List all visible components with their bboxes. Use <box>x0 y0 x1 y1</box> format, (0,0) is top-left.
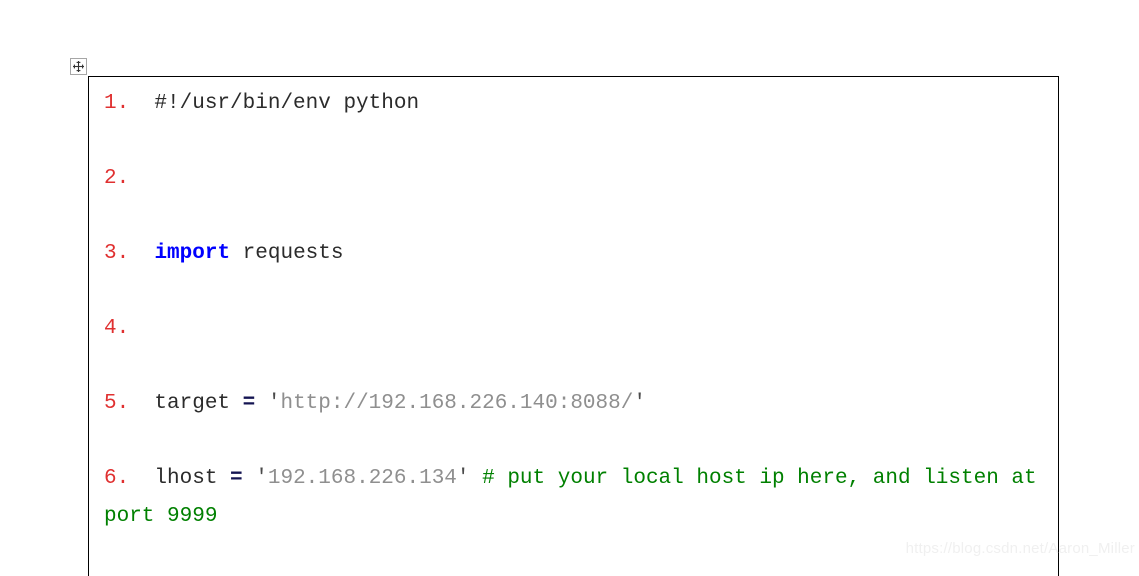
code-token-plain <box>255 392 268 415</box>
code-token-op: = <box>230 467 243 490</box>
code-token-plain: target <box>129 392 242 415</box>
code-token-plain: requests <box>230 242 343 265</box>
code-line: 3. import requests <box>104 235 1050 273</box>
code-token-quote: ' <box>633 392 646 415</box>
code-token-plain: lhost <box>129 467 230 490</box>
code-token-str: 192.168.226.134 <box>268 467 457 490</box>
line-number: 1. <box>104 92 129 115</box>
code-line: 4. <box>104 310 1050 348</box>
code-line: 1. #!/usr/bin/env python <box>104 85 1050 123</box>
code-token-plain <box>243 467 256 490</box>
line-number: 2. <box>104 167 129 190</box>
code-token-plain: #!/usr/bin/env python <box>129 92 419 115</box>
code-lines: 1. #!/usr/bin/env python 2. 3. import re… <box>89 85 1058 576</box>
code-block: 1. #!/usr/bin/env python 2. 3. import re… <box>88 76 1059 576</box>
code-token-op: = <box>243 392 256 415</box>
code-token-quote: ' <box>457 467 470 490</box>
code-token-plain <box>470 467 483 490</box>
move-cross-icon <box>71 59 86 74</box>
code-token-quote: ' <box>268 392 281 415</box>
code-line: 5. target = 'http://192.168.226.140:8088… <box>104 385 1050 423</box>
line-number: 3. <box>104 242 129 265</box>
code-line: 6. lhost = '192.168.226.134' # put your … <box>104 460 1050 535</box>
code-token-quote: ' <box>255 467 268 490</box>
line-number: 6. <box>104 467 129 490</box>
line-number: 5. <box>104 392 129 415</box>
line-number: 4. <box>104 317 129 340</box>
code-token-kw: import <box>154 242 230 265</box>
code-block-move-handle[interactable] <box>70 58 87 75</box>
code-token-str: http://192.168.226.140:8088/ <box>280 392 633 415</box>
code-line: 7. <box>104 573 1050 576</box>
code-token-plain <box>129 242 154 265</box>
code-line: 2. <box>104 160 1050 198</box>
